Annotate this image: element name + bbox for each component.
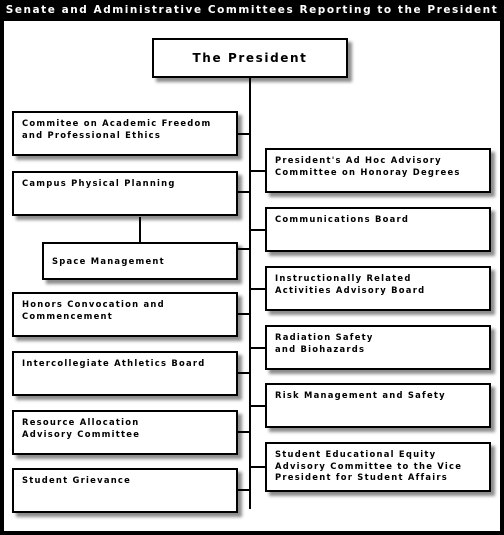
node-label: Commitee on Academic Freedom and Profess… [22, 118, 212, 140]
chart-canvas: The President Commitee on Academic Freed… [4, 21, 500, 531]
connector-right-stub-4 [250, 347, 265, 349]
connector-left-stub-3 [238, 248, 250, 250]
node-honors-convocation[interactable]: Honors Convocation and Commencement [12, 292, 238, 337]
connector-left-stub-1 [238, 133, 250, 135]
node-label: Honors Convocation and Commencement [22, 299, 165, 321]
connector-sub-vertical [139, 217, 141, 243]
node-label: The President [192, 51, 308, 65]
node-resource-allocation-advisory-committee[interactable]: Resource Allocation Advisory Committee [12, 410, 238, 455]
node-label: Communications Board [275, 214, 410, 224]
connector-left-stub-2 [238, 191, 250, 193]
node-label: Instructionally Related Activities Advis… [275, 273, 426, 295]
node-risk-management-and-safety[interactable]: Risk Management and Safety [265, 383, 491, 428]
node-label: Radiation Safety and Biohazards [275, 332, 374, 354]
connector-trunk-vertical [249, 57, 251, 509]
connector-left-stub-6 [238, 431, 250, 433]
node-intercollegiate-athletics-board[interactable]: Intercollegiate Athletics Board [12, 351, 238, 396]
connector-right-stub-1 [250, 170, 265, 172]
node-label: Student Grievance [22, 475, 132, 485]
node-label: Risk Management and Safety [275, 390, 446, 400]
chart-title: Senate and Administrative Committees Rep… [0, 0, 504, 21]
connector-right-stub-3 [250, 288, 265, 290]
connector-left-stub-7 [238, 489, 250, 491]
node-label: Space Management [52, 256, 165, 266]
connector-right-stub-5 [250, 405, 265, 407]
node-communications-board[interactable]: Communications Board [265, 207, 491, 252]
chart-frame: Senate and Administrative Committees Rep… [0, 0, 504, 535]
node-label: President's Ad Hoc Advisory Committee on… [275, 155, 461, 177]
connector-left-stub-5 [238, 372, 250, 374]
node-campus-physical-planning[interactable]: Campus Physical Planning [12, 171, 238, 216]
node-label: Campus Physical Planning [22, 178, 176, 188]
connector-right-stub-2 [250, 229, 265, 231]
connector-right-stub-6 [250, 466, 265, 468]
node-radiation-safety-biohazards[interactable]: Radiation Safety and Biohazards [265, 325, 491, 370]
node-space-management[interactable]: Space Management [42, 242, 238, 280]
node-committee-academic-freedom[interactable]: Commitee on Academic Freedom and Profess… [12, 111, 238, 156]
node-instructionally-related-activities-advisory-board[interactable]: Instructionally Related Activities Advis… [265, 266, 491, 311]
node-student-grievance[interactable]: Student Grievance [12, 468, 238, 513]
connector-left-stub-4 [238, 313, 250, 315]
node-presidents-ad-hoc-advisory-committee[interactable]: President's Ad Hoc Advisory Committee on… [265, 148, 491, 193]
node-student-educational-equity-advisory-committee[interactable]: Student Educational Equity Advisory Comm… [265, 442, 491, 492]
node-label: Intercollegiate Athletics Board [22, 358, 206, 368]
node-label: Resource Allocation Advisory Committee [22, 417, 141, 439]
node-label: Student Educational Equity Advisory Comm… [275, 449, 463, 482]
node-the-president[interactable]: The President [152, 38, 348, 78]
